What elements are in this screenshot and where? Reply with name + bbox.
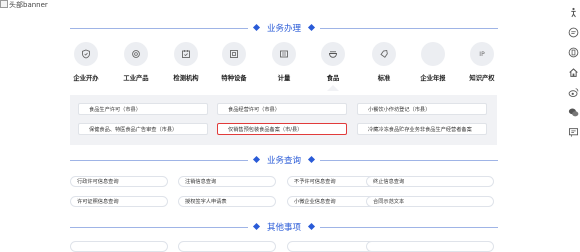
broken-image-icon <box>0 0 8 8</box>
other-item[interactable] <box>366 241 494 252</box>
service-small-catering[interactable]: 小餐饮小作坊登记（市县） <box>357 103 487 115</box>
phone-icon[interactable] <box>567 46 579 58</box>
category-icons: 企业开办 工业产品 检测机构 特种设备 计量 食品 标准 企业年报 IP 知识产… <box>62 42 512 91</box>
ip-icon: IP <box>470 42 494 66</box>
category-annual-report[interactable]: 企业年报 <box>409 42 457 88</box>
category-food[interactable]: 食品 <box>309 42 357 91</box>
service-food-production[interactable]: 食品生产许可（市县） <box>78 103 208 115</box>
accessibility-icon[interactable] <box>567 6 579 18</box>
category-metrology[interactable]: 计量 <box>260 42 308 88</box>
active-pointer <box>327 85 339 91</box>
message-icon[interactable] <box>567 126 579 138</box>
category-standards[interactable]: 标准 <box>360 42 408 88</box>
query-license-certificate[interactable]: 许可证照信息查询 <box>70 196 168 207</box>
service-food-operation[interactable]: 食品经营许可（市县） <box>217 103 347 115</box>
chat-icon[interactable] <box>567 26 579 38</box>
home-icon[interactable] <box>567 66 579 78</box>
query-termination[interactable]: 终止信息查询 <box>366 176 494 187</box>
category-testing[interactable]: 检测机构 <box>162 42 210 88</box>
service-health-food-ad[interactable]: 保健食品、特医食品广告审查（市县） <box>78 123 208 135</box>
calendar-check-icon <box>174 42 198 66</box>
section-header-business: 业务办理 <box>70 23 498 34</box>
category-ip[interactable]: IP 知识产权 <box>458 42 506 88</box>
scale-icon <box>272 42 296 66</box>
query-contract-template[interactable]: 合同示范文本 <box>366 196 494 207</box>
category-enterprise-setup[interactable]: 企业开办 <box>62 42 110 88</box>
category-industrial[interactable]: 工业产品 <box>112 42 160 88</box>
food-bowl-icon <box>321 42 345 66</box>
query-authorized-signatory[interactable]: 授权签字人申请表 <box>178 196 276 207</box>
other-item[interactable] <box>178 241 276 252</box>
food-services-panel: 食品生产许可（市县） 食品经营许可（市县） 小餐饮小作坊登记（市县） 保健食品、… <box>70 95 497 145</box>
category-special-equipment[interactable]: 特种设备 <box>210 42 258 88</box>
shield-icon <box>74 42 98 66</box>
section-header-other: 其他事项 <box>70 222 498 233</box>
banner-alt-text: 头部banner <box>9 1 48 9</box>
service-cold-storage-filing[interactable]: 冷藏冷冻食品贮存业务非食品生产经营者备案 <box>357 123 487 135</box>
gear-icon <box>124 42 148 66</box>
banner-image: 头部banner <box>0 0 48 10</box>
wechat-icon[interactable] <box>567 106 579 118</box>
blank-icon <box>421 42 445 66</box>
tag-icon <box>372 42 396 66</box>
other-item[interactable] <box>70 241 168 252</box>
equipment-icon <box>222 42 246 66</box>
section-header-query: 业务查询 <box>70 155 498 166</box>
query-cancellation[interactable]: 注销信息查询 <box>178 176 276 187</box>
weibo-icon[interactable] <box>567 86 579 98</box>
query-admin-license[interactable]: 行政许可信息查询 <box>70 176 168 187</box>
service-prepackaged-filing[interactable]: 仅销售预包装食品备案（市/县） <box>217 123 347 135</box>
